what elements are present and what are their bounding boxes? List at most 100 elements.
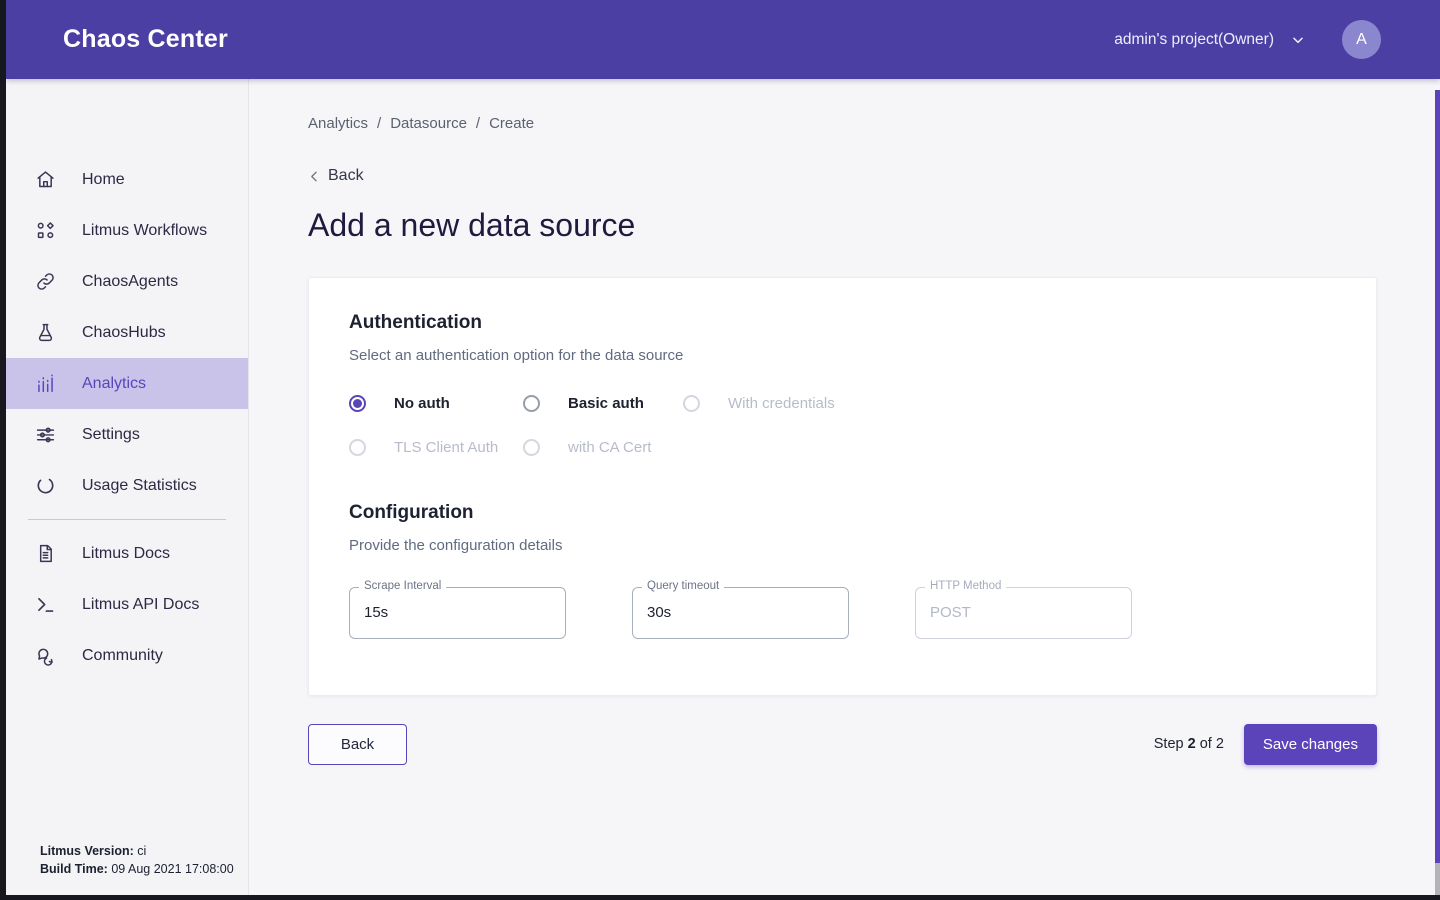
analytics-icon — [35, 373, 56, 394]
sidebar-item-label: Litmus Docs — [82, 545, 170, 563]
radio-icon — [523, 395, 540, 412]
step-current: 2 — [1188, 736, 1196, 752]
authentication-title: Authentication — [349, 312, 1336, 334]
sidebar-footer: Litmus Version: ci Build Time: 09 Aug 20… — [40, 842, 234, 878]
scrollbar-thumb[interactable] — [1435, 90, 1440, 863]
version-label: Litmus Version: — [40, 844, 134, 858]
datasource-form-card: Authentication Select an authentication … — [308, 277, 1377, 696]
configuration-fields: Scrape Interval Query timeout HTTP Metho… — [349, 587, 1336, 639]
radio-label: TLS Client Auth — [394, 439, 498, 456]
sidebar-item-usage-statistics[interactable]: Usage Statistics — [6, 460, 248, 511]
configuration-section: Configuration Provide the configuration … — [349, 502, 1336, 639]
radio-icon — [349, 439, 366, 456]
scrollbar-track — [1435, 79, 1440, 895]
step-indicator: Step 2 of 2 — [1154, 736, 1224, 752]
radio-label: Basic auth — [568, 395, 644, 412]
version-line: Litmus Version: ci — [40, 842, 234, 860]
sidebar-item-label: Analytics — [82, 375, 146, 393]
query-timeout-input[interactable] — [632, 587, 849, 639]
breadcrumb: Analytics / Datasource / Create — [308, 115, 1440, 132]
build-value: 09 Aug 2021 17:08:00 — [111, 862, 233, 876]
chevron-left-icon — [308, 170, 321, 183]
authentication-subtitle: Select an authentication option for the … — [349, 347, 1336, 364]
scrape-interval-input[interactable] — [349, 587, 566, 639]
sidebar-item-chaoshubs[interactable]: ChaosHubs — [6, 307, 248, 358]
page-title: Add a new data source — [308, 207, 1440, 244]
authentication-section: Authentication Select an authentication … — [349, 312, 1336, 456]
radio-with-ca-cert: with CA Cert — [523, 439, 683, 456]
home-icon — [35, 169, 56, 190]
back-link-label: Back — [328, 167, 364, 185]
radio-icon — [349, 395, 366, 412]
auth-options-group: No auth Basic auth With credentials TLS … — [349, 395, 1336, 456]
sidebar-item-label: Settings — [82, 426, 140, 444]
sidebar-item-label: Litmus Workflows — [82, 222, 207, 240]
avatar[interactable]: A — [1342, 20, 1381, 59]
sidebar-item-community[interactable]: Community — [6, 630, 248, 681]
back-button[interactable]: Back — [308, 724, 407, 765]
breadcrumb-separator: / — [476, 115, 480, 132]
sidebar-item-settings[interactable]: Settings — [6, 409, 248, 460]
app-title: Chaos Center — [63, 25, 228, 54]
agents-icon — [35, 271, 56, 292]
chevron-down-icon — [1291, 33, 1305, 47]
radio-label: With credentials — [728, 395, 835, 412]
radio-with-credentials: With credentials — [683, 395, 1336, 412]
build-line: Build Time: 09 Aug 2021 17:08:00 — [40, 860, 234, 878]
back-link[interactable]: Back — [308, 167, 364, 185]
sidebar-item-analytics[interactable]: Analytics — [6, 358, 248, 409]
sidebar-item-label: Usage Statistics — [82, 477, 197, 495]
top-header: Chaos Center admin's project(Owner) A — [6, 0, 1440, 79]
sidebar-item-home[interactable]: Home — [6, 154, 248, 205]
radio-basic-auth[interactable]: Basic auth — [523, 395, 683, 412]
breadcrumb-analytics[interactable]: Analytics — [308, 115, 368, 132]
sidebar-item-litmus-api-docs[interactable]: Litmus API Docs — [6, 579, 248, 630]
sidebar-item-label: Litmus API Docs — [82, 596, 199, 614]
scrollbar-track-lower — [1435, 863, 1440, 895]
sidebar-item-label: ChaosHubs — [82, 324, 166, 342]
build-label: Build Time: — [40, 862, 108, 876]
scrape-interval-label: Scrape Interval — [359, 580, 446, 592]
sidebar-item-litmus-workflows[interactable]: Litmus Workflows — [6, 205, 248, 256]
radio-label: with CA Cert — [568, 439, 651, 456]
sidebar-item-label: Home — [82, 171, 125, 189]
radio-icon — [523, 439, 540, 456]
usage-icon — [35, 475, 56, 496]
project-name: admin's project(Owner) — [1114, 31, 1274, 49]
settings-icon — [35, 424, 56, 445]
http-method-field: HTTP Method — [915, 587, 1132, 639]
radio-icon — [683, 395, 700, 412]
sidebar-item-label: Community — [82, 647, 163, 665]
http-method-input — [915, 587, 1132, 639]
main-content: Analytics / Datasource / Create Back Add… — [250, 79, 1440, 895]
scrape-interval-field: Scrape Interval — [349, 587, 566, 639]
app-window: Chaos Center admin's project(Owner) A Ho… — [6, 0, 1440, 895]
sidebar: Home Litmus Workflows ChaosAgents ChaosH… — [6, 79, 249, 895]
radio-no-auth[interactable]: No auth — [349, 395, 523, 412]
breadcrumb-separator: / — [377, 115, 381, 132]
project-selector[interactable]: admin's project(Owner) — [1114, 31, 1305, 49]
sidebar-item-chaosagents[interactable]: ChaosAgents — [6, 256, 248, 307]
radio-tls-client-auth: TLS Client Auth — [349, 439, 523, 456]
step-prefix: Step — [1154, 736, 1184, 752]
query-timeout-field: Query timeout — [632, 587, 849, 639]
docs-icon — [35, 543, 56, 564]
step-suffix: of 2 — [1200, 736, 1224, 752]
breadcrumb-create: Create — [489, 115, 534, 132]
http-method-label: HTTP Method — [925, 580, 1006, 592]
sidebar-item-litmus-docs[interactable]: Litmus Docs — [6, 528, 248, 579]
configuration-subtitle: Provide the configuration details — [349, 537, 1336, 554]
hubs-icon — [35, 322, 56, 343]
query-timeout-label: Query timeout — [642, 580, 724, 592]
configuration-title: Configuration — [349, 502, 1336, 524]
save-changes-button[interactable]: Save changes — [1244, 724, 1377, 765]
sidebar-item-label: ChaosAgents — [82, 273, 178, 291]
api-docs-icon — [35, 594, 56, 615]
workflows-icon — [35, 220, 56, 241]
radio-label: No auth — [394, 395, 450, 412]
community-icon — [35, 645, 56, 666]
breadcrumb-datasource[interactable]: Datasource — [390, 115, 467, 132]
version-value: ci — [137, 844, 146, 858]
sidebar-divider — [28, 519, 226, 520]
actions-row: Back Step 2 of 2 Save changes — [308, 724, 1377, 765]
